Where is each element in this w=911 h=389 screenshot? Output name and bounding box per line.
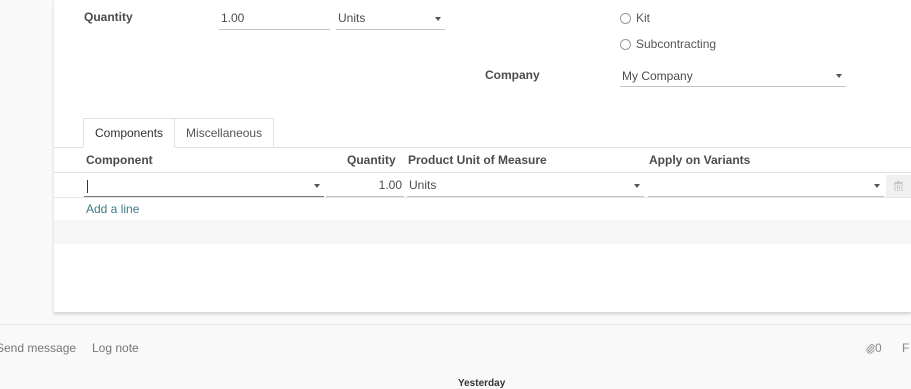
attachments-button[interactable]: 0 xyxy=(866,341,882,355)
notebook-tabs: Components Miscellaneous xyxy=(83,118,275,148)
text-cursor xyxy=(87,180,88,193)
radio-circle-icon[interactable] xyxy=(620,38,631,50)
component-uom-value: Units xyxy=(409,178,437,192)
log-note-button[interactable]: Log note xyxy=(92,341,139,355)
component-uom-select[interactable]: Units xyxy=(407,175,644,197)
table-row-divider xyxy=(54,197,911,198)
radio-subcontracting-label: Subcontracting xyxy=(636,37,717,51)
component-quantity-value: 1.00 xyxy=(378,178,402,192)
chevron-down-icon xyxy=(836,74,842,78)
radio-kit[interactable]: Kit xyxy=(620,11,650,25)
date-divider: Yesterday xyxy=(458,378,506,389)
column-header-uom[interactable]: Product Unit of Measure xyxy=(408,153,547,167)
paperclip-icon xyxy=(866,343,875,354)
trash-icon xyxy=(894,181,903,191)
empty-row xyxy=(54,220,911,244)
table-header-divider xyxy=(54,172,911,173)
column-header-variants[interactable]: Apply on Variants xyxy=(649,153,750,167)
quantity-value: 1.00 xyxy=(221,11,245,25)
radio-kit-label: Kit xyxy=(636,11,651,25)
component-quantity-input[interactable]: 1.00 xyxy=(326,175,404,197)
column-header-component[interactable]: Component xyxy=(86,153,153,167)
uom-value: Units xyxy=(338,11,366,25)
send-message-button[interactable]: Send message xyxy=(0,341,76,355)
tab-miscellaneous[interactable]: Miscellaneous xyxy=(175,118,275,148)
company-select[interactable]: My Company xyxy=(620,63,846,87)
quantity-input[interactable]: 1.00 xyxy=(219,4,330,30)
radio-circle-icon[interactable] xyxy=(620,12,631,24)
chatter-divider xyxy=(0,324,911,325)
apply-on-variants-select[interactable] xyxy=(648,175,884,197)
add-line-link[interactable]: Add a line xyxy=(86,202,139,216)
attachment-count: 0 xyxy=(875,341,882,355)
company-label: Company xyxy=(485,68,540,82)
tab-components[interactable]: Components xyxy=(83,118,176,148)
quantity-label: Quantity xyxy=(84,10,133,24)
delete-row-button[interactable] xyxy=(886,175,911,197)
chevron-down-icon xyxy=(874,184,880,188)
component-input[interactable] xyxy=(84,175,324,197)
chevron-down-icon xyxy=(634,184,640,188)
company-value: My Company xyxy=(622,69,693,83)
column-header-quantity[interactable]: Quantity xyxy=(347,153,396,167)
uom-select[interactable]: Units xyxy=(336,4,445,30)
radio-subcontracting[interactable]: Subcontracting xyxy=(620,37,716,51)
chevron-down-icon xyxy=(314,184,320,188)
chevron-down-icon xyxy=(435,17,441,21)
follow-button[interactable]: F xyxy=(902,341,909,355)
